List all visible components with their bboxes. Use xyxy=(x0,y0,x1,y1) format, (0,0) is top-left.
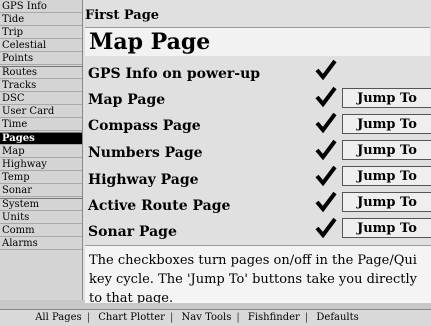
tab-separator: | xyxy=(169,312,174,323)
pages-settings-panel: First Page Map Page GPS Info on power-up… xyxy=(82,0,431,303)
numbers-page-jump-to-button[interactable]: Jump To xyxy=(342,140,431,160)
sidebar-item-points[interactable]: Points xyxy=(0,53,82,65)
tab-nav-tools[interactable]: Nav Tools xyxy=(182,310,232,325)
help-line: key cycle. The 'Jump To' buttons take yo… xyxy=(89,272,417,287)
sidebar-item-highway[interactable]: Highway xyxy=(0,159,82,171)
active-route-page-checkbox[interactable] xyxy=(315,191,337,213)
sidebar-item-routes[interactable]: Routes xyxy=(0,67,82,79)
tab-separator: | xyxy=(304,312,309,323)
help-line: to that page. xyxy=(89,291,174,303)
sidebar-item-user-card[interactable]: User Card xyxy=(0,106,82,118)
sidebar-item-alarms[interactable]: Alarms xyxy=(0,238,82,250)
sidebar: GPS Info Tide Trip Celestial Points Rout… xyxy=(0,0,82,300)
bottom-tab-bar: All Pages | Chart Plotter | Nav Tools | Fis… xyxy=(0,309,431,326)
sidebar-item-time[interactable]: Time xyxy=(0,119,82,131)
sidebar-item-pages[interactable]: Pages xyxy=(0,133,82,145)
help-text: The checkboxes turn pages on/off in the … xyxy=(85,245,431,303)
highway-page-jump-to-button[interactable]: Jump To xyxy=(342,166,431,186)
first-page-select[interactable]: Map Page xyxy=(85,27,430,56)
sidebar-item-temp[interactable]: Temp xyxy=(0,172,82,184)
tab-separator: | xyxy=(236,312,240,323)
sidebar-item-system[interactable]: System xyxy=(0,199,82,211)
sonar-page-jump-to-button[interactable]: Jump To xyxy=(342,218,431,238)
tab-all-pages[interactable]: All Pages xyxy=(35,310,82,325)
sidebar-item-celestial[interactable]: Celestial xyxy=(0,40,82,52)
active-route-page-jump-to-button[interactable]: Jump To xyxy=(342,192,431,212)
sidebar-item-trip[interactable]: Trip xyxy=(0,27,82,39)
tab-chart-plotter[interactable]: Chart Plotter xyxy=(98,310,165,325)
sonar-page-label: Sonar Page xyxy=(88,224,177,240)
first-page-label: First Page xyxy=(85,8,160,23)
sidebar-item-comm[interactable]: Comm xyxy=(0,225,82,237)
sonar-page-checkbox[interactable] xyxy=(315,217,337,239)
compass-page-label: Compass Page xyxy=(88,118,201,134)
gps-info-on-power-up-label: GPS Info on power-up xyxy=(88,66,261,82)
help-line: The checkboxes turn pages on/off in the … xyxy=(89,253,417,268)
numbers-page-label: Numbers Page xyxy=(88,145,203,161)
sidebar-item-sonar[interactable]: Sonar xyxy=(0,185,82,197)
compass-page-jump-to-button[interactable]: Jump To xyxy=(342,114,431,134)
map-page-label: Map Page xyxy=(88,92,166,108)
tab-fishfinder[interactable]: Fishfinder xyxy=(248,310,300,325)
sidebar-item-dsc[interactable]: DSC xyxy=(0,93,82,105)
active-route-page-label: Active Route Page xyxy=(88,198,231,214)
sidebar-item-tide[interactable]: Tide xyxy=(0,14,82,26)
sidebar-item-tracks[interactable]: Tracks xyxy=(0,80,82,92)
gps-info-on-power-up-checkbox[interactable] xyxy=(315,59,337,81)
sidebar-item-map[interactable]: Map xyxy=(0,146,82,158)
tab-separator: | xyxy=(86,312,91,323)
numbers-page-checkbox[interactable] xyxy=(315,139,337,161)
map-page-jump-to-button[interactable]: Jump To xyxy=(342,88,431,108)
sidebar-item-units[interactable]: Units xyxy=(0,212,82,224)
compass-page-checkbox[interactable] xyxy=(315,112,337,134)
map-page-checkbox[interactable] xyxy=(315,86,337,108)
highway-page-checkbox[interactable] xyxy=(315,165,337,187)
tab-defaults[interactable]: Defaults xyxy=(316,310,358,325)
highway-page-label: Highway Page xyxy=(88,172,199,188)
sidebar-item-gps-info[interactable]: GPS Info xyxy=(0,1,82,13)
